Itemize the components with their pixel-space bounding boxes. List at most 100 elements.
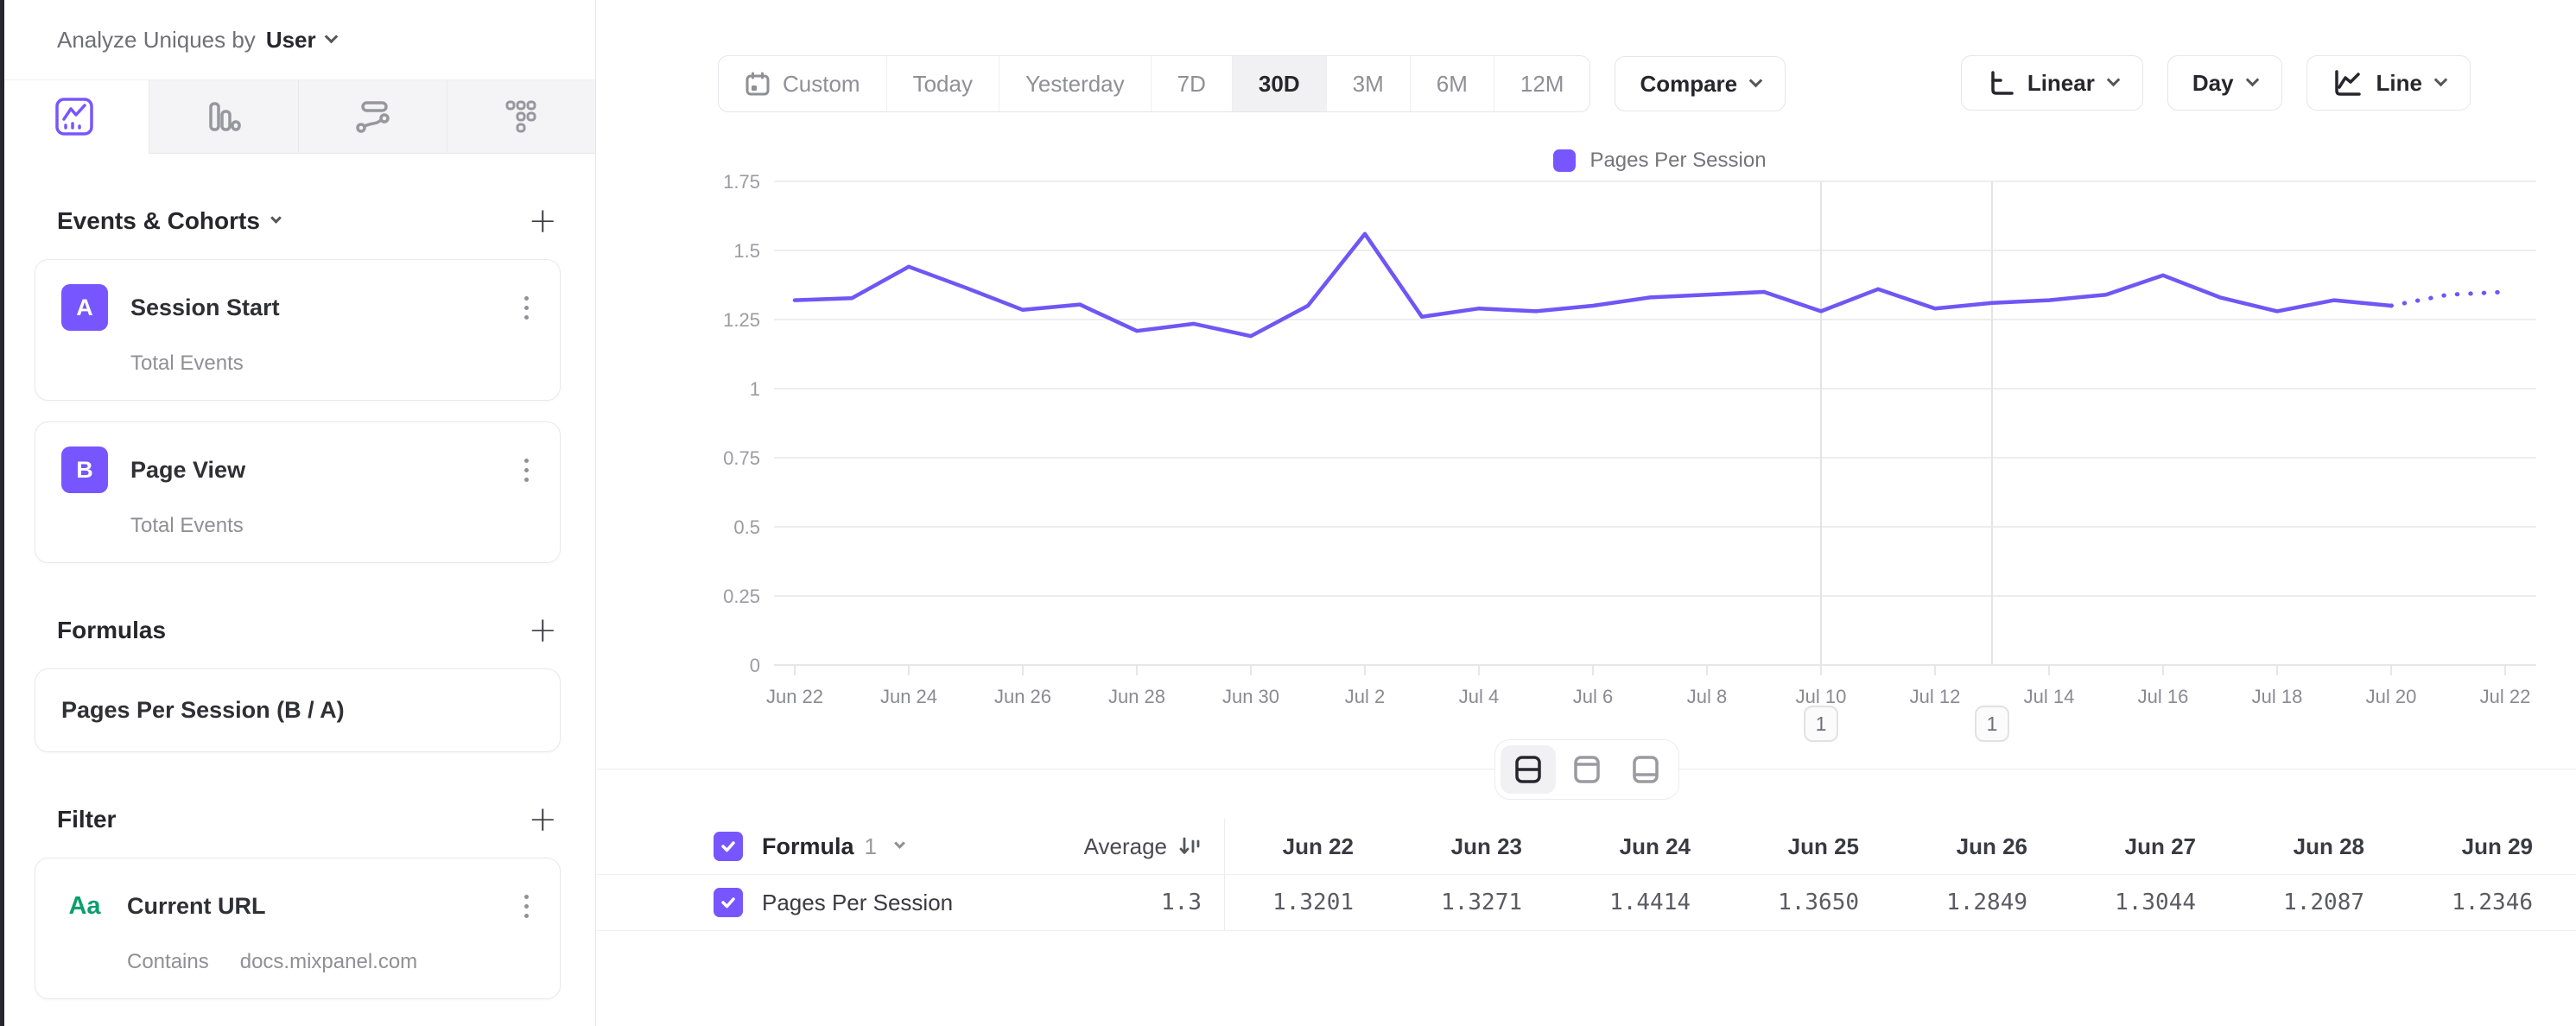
svg-text:Jun 26: Jun 26 bbox=[994, 686, 1051, 707]
svg-text:Jun 22: Jun 22 bbox=[766, 686, 823, 707]
analyze-entity-dropdown[interactable]: User bbox=[266, 27, 316, 54]
chevron-down-icon[interactable] bbox=[324, 30, 338, 44]
column-header[interactable]: Jun 26 bbox=[1899, 819, 2067, 874]
cell-value[interactable]: 1.2087 bbox=[2236, 875, 2404, 930]
layout-chart-view-button[interactable] bbox=[1559, 745, 1615, 794]
svg-text:1.5: 1.5 bbox=[733, 240, 760, 262]
formula-group-label[interactable]: Formula bbox=[762, 833, 854, 860]
range-3m[interactable]: 3M bbox=[1326, 56, 1410, 111]
select-all-checkbox[interactable] bbox=[714, 832, 743, 861]
filter-section: Filter + bbox=[0, 802, 595, 837]
row-checkbox[interactable] bbox=[714, 888, 743, 917]
events-section-title[interactable]: Events & Cohorts bbox=[57, 207, 280, 235]
formulas-section: Formulas + bbox=[0, 613, 595, 648]
svg-text:Jul 18: Jul 18 bbox=[2252, 686, 2303, 707]
column-header[interactable]: Jun 27 bbox=[2067, 819, 2236, 874]
events-section: Events & Cohorts + bbox=[0, 204, 595, 238]
linear-axis-icon bbox=[1986, 69, 2014, 97]
svg-text:Jul 14: Jul 14 bbox=[2024, 686, 2075, 707]
chart-controls: Linear Day Line bbox=[1961, 55, 2471, 111]
range-12m[interactable]: 12M bbox=[1494, 56, 1590, 111]
bar-chart-icon bbox=[204, 97, 244, 136]
row-values: 1.3201 1.3271 1.4414 1.3650 1.2849 1.304… bbox=[1225, 875, 2576, 930]
sort-icon[interactable] bbox=[1177, 834, 1202, 858]
tab-flows-report[interactable] bbox=[298, 80, 447, 154]
visualization-tabs bbox=[0, 79, 595, 154]
chevron-down-icon bbox=[1749, 74, 1763, 88]
cell-value[interactable]: 1.2849 bbox=[1899, 875, 2067, 930]
range-custom[interactable]: Custom bbox=[719, 56, 886, 111]
chevron-down-icon[interactable] bbox=[894, 838, 905, 849]
svg-text:Jul 4: Jul 4 bbox=[1459, 686, 1499, 707]
chevron-down-icon bbox=[2107, 73, 2121, 87]
event-badge: B bbox=[61, 446, 108, 493]
cell-value[interactable]: 1.3201 bbox=[1225, 875, 1393, 930]
filter-value[interactable]: docs.mixpanel.com bbox=[240, 950, 417, 974]
event-measure[interactable]: Total Events bbox=[130, 352, 244, 376]
line-chart-icon bbox=[2332, 67, 2363, 98]
table-header-row: Formula 1 Average Jun 22 Jun 23 Jun 24 bbox=[597, 819, 2576, 874]
chart-type-dropdown[interactable]: Line bbox=[2306, 55, 2471, 111]
svg-text:Jul 8: Jul 8 bbox=[1687, 686, 1727, 707]
svg-text:Jun 28: Jun 28 bbox=[1108, 686, 1165, 707]
kebab-menu-icon[interactable] bbox=[519, 291, 534, 325]
tab-retention-report[interactable] bbox=[447, 80, 595, 154]
date-range-toolbar: Custom Today Yesterday 7D 30D 3M 6M 12M … bbox=[718, 55, 1786, 112]
split-view-icon bbox=[1511, 752, 1545, 787]
column-header[interactable]: Jun 25 bbox=[1730, 819, 1899, 874]
event-card-a[interactable]: A Session Start Total Events bbox=[35, 259, 561, 401]
add-formula-button[interactable]: + bbox=[528, 613, 557, 648]
filter-operator[interactable]: Contains bbox=[127, 950, 209, 974]
average-value: 1.3 bbox=[1161, 890, 1202, 915]
analyze-label: Analyze Uniques by bbox=[57, 27, 256, 54]
svg-text:0.25: 0.25 bbox=[723, 586, 760, 607]
range-today[interactable]: Today bbox=[886, 56, 999, 111]
svg-text:Jul 16: Jul 16 bbox=[2138, 686, 2189, 707]
average-column-header[interactable]: Average bbox=[1084, 833, 1167, 860]
tab-insights[interactable] bbox=[0, 80, 149, 154]
column-header[interactable]: Jun 29 bbox=[2404, 819, 2573, 874]
report-main: Custom Today Yesterday 7D 30D 3M 6M 12M … bbox=[597, 0, 2576, 1026]
chevron-down-icon bbox=[2245, 73, 2259, 87]
scale-dropdown[interactable]: Linear bbox=[1961, 55, 2143, 111]
interval-dropdown[interactable]: Day bbox=[2167, 55, 2282, 111]
column-header[interactable]: Jun 28 bbox=[2236, 819, 2404, 874]
kebab-menu-icon[interactable] bbox=[519, 890, 534, 923]
kebab-menu-icon[interactable] bbox=[519, 453, 534, 487]
cell-value[interactable]: 1.2346 bbox=[2404, 875, 2573, 930]
event-measure[interactable]: Total Events bbox=[130, 514, 244, 538]
range-6m[interactable]: 6M bbox=[1410, 56, 1494, 111]
query-builder-sidebar: Analyze Uniques by User bbox=[0, 0, 596, 1026]
event-card-b[interactable]: B Page View Total Events bbox=[35, 421, 561, 563]
cell-value[interactable]: 1.4414 bbox=[1562, 875, 1730, 930]
add-event-button[interactable]: + bbox=[528, 204, 557, 238]
formula-card[interactable]: Pages Per Session (B / A) bbox=[35, 668, 561, 752]
cell-value[interactable]: 1.3650 bbox=[1730, 875, 1899, 930]
tab-bar-report[interactable] bbox=[149, 80, 297, 154]
column-header[interactable]: Jun 22 bbox=[1225, 819, 1393, 874]
svg-text:0.75: 0.75 bbox=[723, 447, 760, 469]
range-7d[interactable]: 7D bbox=[1151, 56, 1232, 111]
date-column-headers: Jun 22 Jun 23 Jun 24 Jun 25 Jun 26 Jun 2… bbox=[1225, 819, 2576, 874]
svg-text:Jun 24: Jun 24 bbox=[880, 686, 937, 707]
layout-split-view-button[interactable] bbox=[1501, 745, 1556, 794]
insights-report: Analyze Uniques by User bbox=[0, 0, 2576, 1026]
layout-table-view-button[interactable] bbox=[1618, 745, 1673, 794]
svg-text:Jun 30: Jun 30 bbox=[1222, 686, 1279, 707]
filter-card[interactable]: Aa Current URL Contains docs.mixpanel.co… bbox=[35, 858, 561, 999]
add-filter-button[interactable]: + bbox=[528, 802, 557, 837]
cell-value[interactable]: 1.3271 bbox=[1393, 875, 1562, 930]
range-yesterday[interactable]: Yesterday bbox=[999, 56, 1151, 111]
column-header[interactable]: Jun 23 bbox=[1393, 819, 1562, 874]
retention-grid-icon bbox=[501, 97, 541, 136]
event-name: Session Start bbox=[130, 294, 280, 321]
event-badge: A bbox=[61, 284, 108, 331]
range-30d[interactable]: 30D bbox=[1232, 56, 1326, 111]
compare-button[interactable]: Compare bbox=[1615, 56, 1786, 111]
series-name[interactable]: Pages Per Session bbox=[762, 890, 953, 916]
svg-text:0: 0 bbox=[750, 655, 760, 676]
line-chart[interactable]: 00.250.50.7511.251.51.75Jun 22Jun 24Jun … bbox=[597, 130, 2576, 769]
cell-value[interactable]: 1.3044 bbox=[2067, 875, 2236, 930]
column-header[interactable]: Jun 24 bbox=[1562, 819, 1730, 874]
filter-property-name: Current URL bbox=[127, 893, 266, 920]
